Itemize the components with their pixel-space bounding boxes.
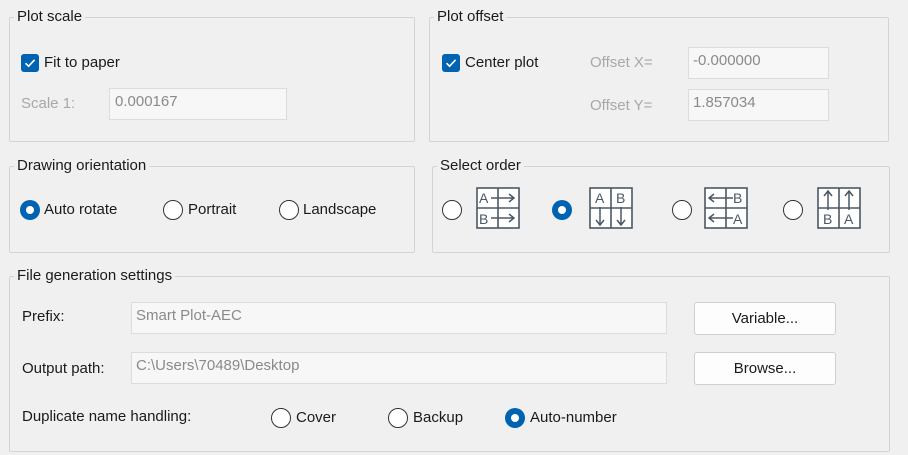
- letter-a: A: [595, 190, 605, 206]
- order-vertical-columns-up-icon[interactable]: B A: [817, 187, 861, 231]
- variable-button[interactable]: Variable...: [694, 302, 836, 335]
- duplicate-name-label: Duplicate name handling:: [22, 408, 192, 425]
- center-plot-checkbox[interactable]: [442, 54, 460, 72]
- output-path-input[interactable]: C:\Users\70489\Desktop: [131, 352, 667, 384]
- offset-x-input[interactable]: -0.000000: [688, 47, 829, 79]
- letter-a: A: [479, 190, 489, 206]
- letter-b: B: [733, 190, 742, 206]
- order-vertical-columns-down-icon[interactable]: A B: [589, 187, 633, 231]
- fit-to-paper-label[interactable]: Fit to paper: [44, 54, 120, 71]
- cover-label[interactable]: Cover: [296, 409, 336, 426]
- file-generation-title: File generation settings: [14, 267, 176, 285]
- center-plot-label[interactable]: Center plot: [465, 54, 538, 71]
- portrait-label[interactable]: Portrait: [188, 201, 236, 218]
- letter-b: B: [479, 211, 488, 227]
- auto-rotate-label[interactable]: Auto rotate: [44, 201, 117, 218]
- plot-offset-title: Plot offset: [434, 8, 507, 26]
- letter-a: A: [733, 211, 743, 227]
- portrait-radio[interactable]: [163, 200, 183, 220]
- auto-number-radio[interactable]: [505, 408, 525, 428]
- letter-b: B: [616, 190, 625, 206]
- backup-radio[interactable]: [388, 408, 408, 428]
- check-icon: [445, 59, 457, 68]
- order-horizontal-reverse-icon[interactable]: B A: [704, 187, 748, 231]
- plot-scale-title: Plot scale: [14, 8, 86, 26]
- order-option-1-radio[interactable]: [442, 200, 462, 220]
- drawing-orientation-title: Drawing orientation: [14, 157, 150, 175]
- order-option-4-radio[interactable]: [783, 200, 803, 220]
- plot-scale-group: Plot scale: [9, 8, 415, 142]
- landscape-label[interactable]: Landscape: [303, 201, 376, 218]
- offset-x-label: Offset X=: [590, 54, 653, 71]
- order-horizontal-rows-icon[interactable]: A B: [476, 187, 520, 231]
- letter-b: B: [823, 211, 832, 227]
- auto-rotate-radio[interactable]: [20, 200, 40, 220]
- order-option-3-radio[interactable]: [672, 200, 692, 220]
- check-icon: [24, 59, 36, 68]
- order-option-2-radio[interactable]: [552, 200, 572, 220]
- prefix-label: Prefix:: [22, 308, 65, 325]
- offset-y-input[interactable]: 1.857034: [688, 89, 829, 121]
- fit-to-paper-checkbox[interactable]: [21, 54, 39, 72]
- landscape-radio[interactable]: [279, 200, 299, 220]
- offset-y-label: Offset Y=: [590, 97, 653, 114]
- backup-label[interactable]: Backup: [413, 409, 463, 426]
- browse-button[interactable]: Browse...: [694, 352, 836, 385]
- letter-a: A: [844, 211, 854, 227]
- plot-offset-group: Plot offset: [429, 8, 889, 142]
- prefix-input[interactable]: Smart Plot-AEC: [131, 302, 667, 334]
- select-order-title: Select order: [437, 157, 524, 175]
- scale-input[interactable]: 0.000167: [109, 88, 287, 120]
- cover-radio[interactable]: [271, 408, 291, 428]
- auto-number-label[interactable]: Auto-number: [530, 409, 617, 426]
- output-path-label: Output path:: [22, 360, 105, 377]
- scale-label: Scale 1:: [21, 95, 76, 112]
